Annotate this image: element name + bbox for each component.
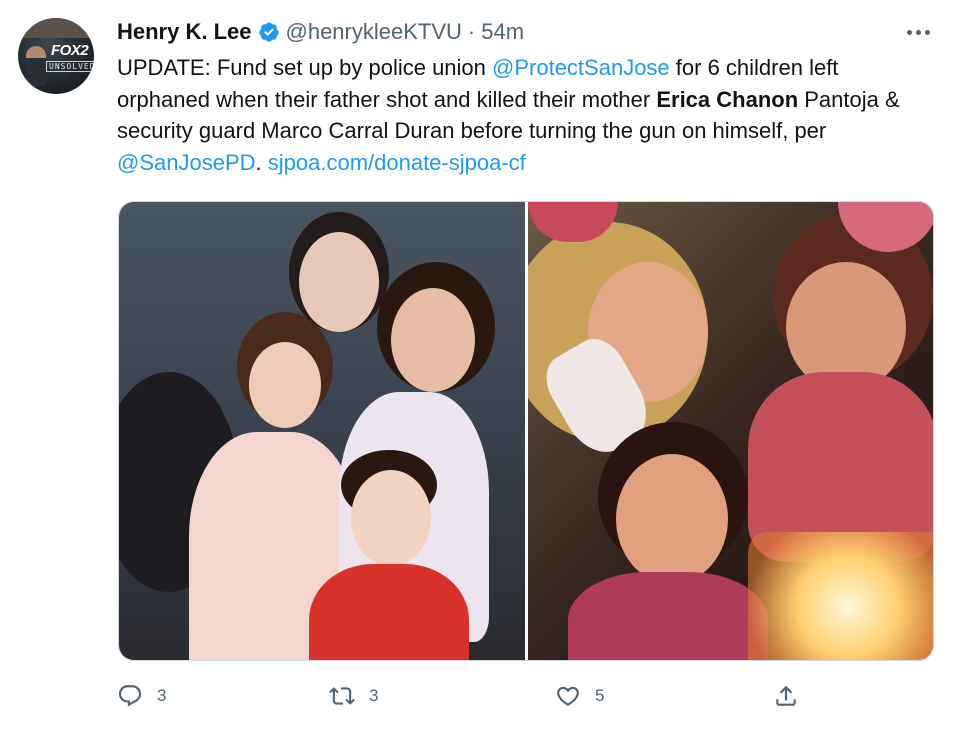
retweet-button[interactable]: 3 xyxy=(329,678,378,714)
tweet-text-segment: UPDATE: Fund set up by police union xyxy=(117,55,493,80)
photo-face xyxy=(391,288,475,392)
tweet-media-grid xyxy=(118,201,934,661)
photo-face xyxy=(615,454,728,584)
tweet-photo-right[interactable] xyxy=(527,202,933,660)
author-handle[interactable]: @henrykleeKTVU xyxy=(286,19,462,45)
more-dot xyxy=(906,29,912,35)
tweet-text-bold-name: Erica Chanon xyxy=(656,86,799,112)
photo-face xyxy=(249,342,321,428)
mention-protectsanjose-link[interactable]: @ProtectSanJose xyxy=(492,55,670,80)
avatar-background-stripe xyxy=(18,18,94,38)
author-avatar[interactable]: FOX2 UNSOLVED xyxy=(18,18,94,94)
reply-count: 3 xyxy=(157,686,167,705)
tweet-action-bar: 3 3 5 xyxy=(117,678,817,714)
avatar-badge-text: UNSOLVED xyxy=(46,61,94,72)
tweet-header: Henry K. Lee @henrykleeKTVU · 54m xyxy=(117,14,524,50)
header-separator: · xyxy=(467,19,476,44)
photo-face xyxy=(351,470,431,566)
retweet-icon xyxy=(329,687,355,705)
like-icon xyxy=(557,686,579,706)
photo-face xyxy=(299,232,379,332)
mention-sanjosepd-link[interactable]: @SanJosePD xyxy=(117,150,256,175)
share-button[interactable] xyxy=(773,678,799,714)
photo-clothing xyxy=(567,572,768,660)
retweet-count: 3 xyxy=(369,686,379,705)
avatar-person-figure xyxy=(26,46,46,86)
photo-clothing xyxy=(309,564,469,660)
tweet-text: UPDATE: Fund set up by police union @Pro… xyxy=(117,52,937,178)
donation-url-link[interactable]: sjpoa.com/donate-sjpoa-cf xyxy=(268,150,526,175)
tweet-text-segment: . xyxy=(255,149,268,175)
photo-candle-glow xyxy=(747,532,933,660)
author-name[interactable]: Henry K. Lee xyxy=(117,19,252,45)
tweet-timestamp[interactable]: 54m xyxy=(481,19,524,45)
verified-badge-icon xyxy=(258,22,279,42)
tweet-photo-left[interactable] xyxy=(119,202,525,660)
more-dot xyxy=(924,29,930,35)
share-icon xyxy=(776,685,796,706)
reply-icon xyxy=(118,685,142,707)
more-options-icon[interactable] xyxy=(900,18,936,46)
like-count: 5 xyxy=(595,686,605,705)
avatar-logo-text: FOX2 xyxy=(51,42,89,59)
reply-button[interactable]: 3 xyxy=(117,678,166,714)
more-dot xyxy=(915,29,921,35)
like-button[interactable]: 5 xyxy=(555,678,604,714)
